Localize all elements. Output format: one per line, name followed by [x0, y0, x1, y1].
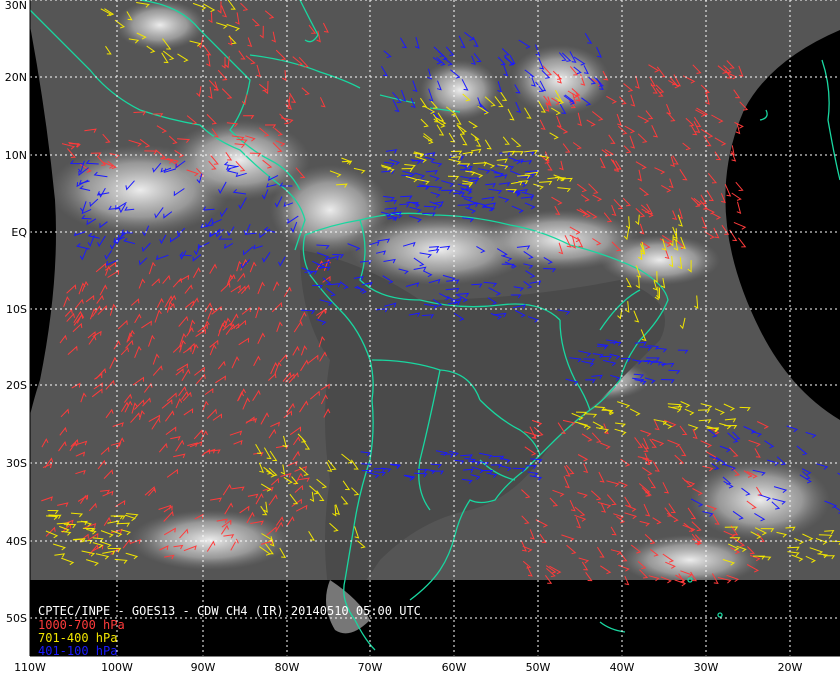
lon-label: 20W — [778, 661, 803, 674]
map-canvas: 30N 20N 10N EQ 10S 20S 30S 40S 50S 110W … — [0, 0, 840, 680]
lon-label: 90W — [191, 661, 216, 674]
legend-low-level: 1000-700 hPa — [38, 618, 125, 632]
lat-label: 10N — [5, 149, 27, 162]
legend-mid-level: 701-400 hPa — [38, 631, 117, 645]
lon-label: 50W — [526, 661, 551, 674]
lat-label: 20S — [6, 379, 27, 392]
map-title: CPTEC/INPE - GOES13 - CDW CH4 (IR) 20140… — [38, 604, 421, 618]
lat-label: 50S — [6, 612, 27, 625]
lon-label: 40W — [610, 661, 635, 674]
lat-label: 30N — [5, 0, 27, 12]
lon-label: 70W — [358, 661, 383, 674]
lon-label: 110W — [14, 661, 46, 674]
lat-label: 40S — [6, 535, 27, 548]
lon-label: 60W — [442, 661, 467, 674]
satellite-wind-map: 30N 20N 10N EQ 10S 20S 30S 40S 50S 110W … — [0, 0, 840, 680]
lat-label: EQ — [11, 226, 27, 239]
lon-label: 30W — [694, 661, 719, 674]
lat-label: 10S — [6, 303, 27, 316]
lat-label: 20N — [5, 71, 27, 84]
lon-label: 80W — [275, 661, 300, 674]
lat-label: 30S — [6, 457, 27, 470]
lon-label: 100W — [101, 661, 133, 674]
legend-high-level: 401-100 hPa — [38, 644, 117, 658]
